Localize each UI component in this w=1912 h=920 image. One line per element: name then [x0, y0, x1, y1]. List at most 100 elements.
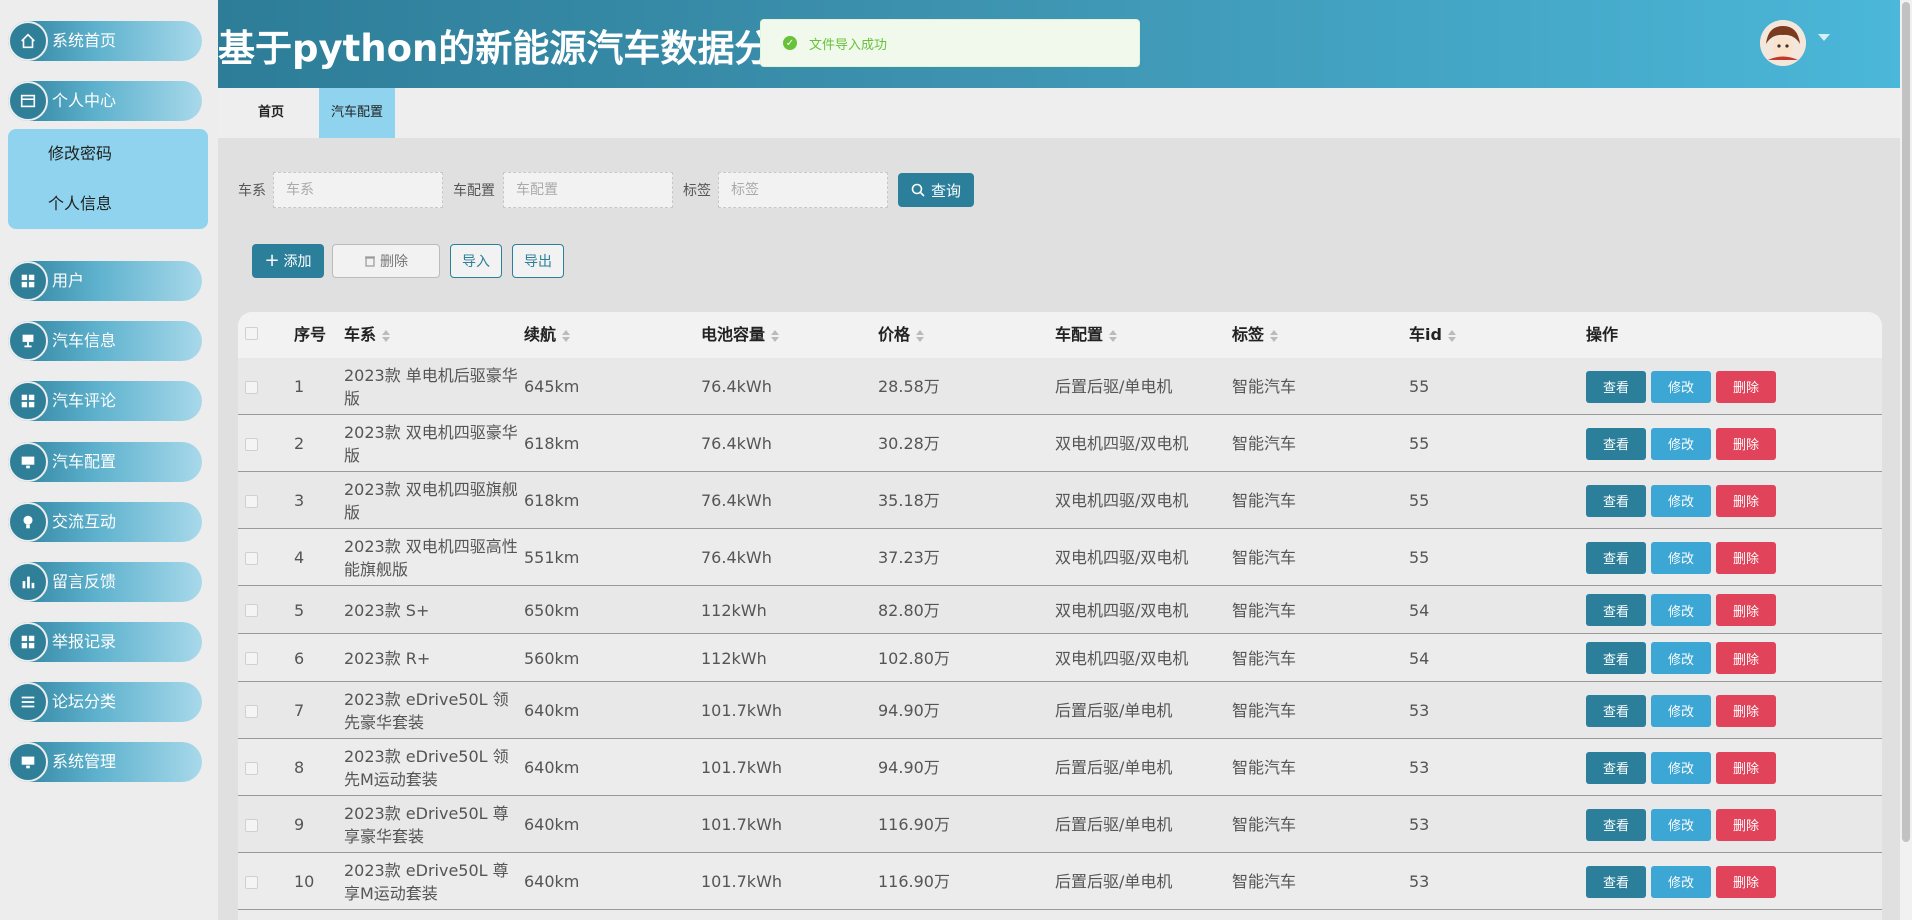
- edit-button[interactable]: 修改: [1651, 427, 1711, 460]
- row-checkbox[interactable]: [245, 437, 258, 451]
- sidebar-item-system-management[interactable]: 系统管理: [8, 742, 202, 782]
- view-button[interactable]: 查看: [1586, 642, 1646, 674]
- edit-button[interactable]: 修改: [1651, 594, 1711, 626]
- batch-delete-button[interactable]: 删除: [332, 244, 440, 278]
- car-config-table: 序号 车系 续航 电池容量 价格 车配置 标签 车id 操作 1 2023款 单电…: [238, 312, 1882, 920]
- row-checkbox[interactable]: [245, 704, 258, 718]
- row-checkbox[interactable]: [245, 875, 258, 889]
- sort-icon: [771, 329, 780, 342]
- tab-home[interactable]: 首页: [246, 88, 296, 138]
- cell-series: 2023款 双电机四驱旗舰版: [344, 479, 518, 522]
- tag-filter-input[interactable]: 标签: [718, 172, 888, 208]
- column-header-config[interactable]: 车配置: [1055, 312, 1118, 358]
- cell-range: 640km: [524, 758, 580, 777]
- row-checkbox[interactable]: [245, 380, 258, 394]
- view-button[interactable]: 查看: [1586, 751, 1646, 784]
- view-button[interactable]: 查看: [1586, 694, 1646, 727]
- cell-battery: 76.4kWh: [701, 491, 772, 510]
- delete-button[interactable]: 删除: [1716, 751, 1776, 784]
- success-toast: ✓ 文件导入成功: [760, 19, 1140, 67]
- view-button[interactable]: 查看: [1586, 370, 1646, 403]
- trash-icon: [365, 256, 375, 267]
- delete-button[interactable]: 删除: [1716, 370, 1776, 403]
- row-checkbox[interactable]: [245, 761, 258, 775]
- sidebar-item-users[interactable]: 用户: [8, 261, 202, 301]
- column-header-battery[interactable]: 电池容量: [701, 312, 780, 358]
- cell-tag: 智能汽车: [1232, 701, 1297, 720]
- cell-no: 3: [294, 491, 305, 510]
- series-filter-input[interactable]: 车系: [273, 172, 443, 208]
- edit-button[interactable]: 修改: [1651, 808, 1711, 841]
- cell-price: 30.28万: [878, 434, 940, 453]
- delete-button[interactable]: 删除: [1716, 541, 1776, 574]
- cell-tag: 智能汽车: [1232, 434, 1297, 453]
- sidebar-item-label: 用户: [52, 271, 85, 290]
- sidebar-item-car-config[interactable]: 汽车配置: [8, 442, 202, 482]
- edit-button[interactable]: 修改: [1651, 541, 1711, 574]
- delete-button[interactable]: 删除: [1716, 865, 1776, 898]
- row-checkbox[interactable]: [245, 494, 258, 508]
- select-all-checkbox[interactable]: [245, 327, 258, 340]
- delete-button[interactable]: 删除: [1716, 484, 1776, 517]
- check-circle-icon: ✓: [783, 36, 797, 50]
- view-button[interactable]: 查看: [1586, 808, 1646, 841]
- view-button[interactable]: 查看: [1586, 484, 1646, 517]
- column-header-car-id[interactable]: 车id: [1409, 312, 1456, 358]
- query-button[interactable]: 查询: [898, 173, 974, 207]
- row-checkbox[interactable]: [245, 652, 258, 665]
- sidebar-item-car-reviews[interactable]: 汽车评论: [8, 381, 202, 421]
- cell-config: 双电机四驱/双电机: [1055, 600, 1189, 620]
- row-checkbox[interactable]: [245, 818, 258, 832]
- delete-button[interactable]: 删除: [1716, 427, 1776, 460]
- delete-button[interactable]: 删除: [1716, 694, 1776, 727]
- column-header-price[interactable]: 价格: [878, 312, 925, 358]
- table-row: 8 2023款 eDrive50L 领先M运动套装 640km 101.7kWh 94.…: [238, 739, 1882, 796]
- submenu-item-change-password[interactable]: 修改密码: [48, 144, 112, 164]
- cell-config: 后置后驱/单电机: [1055, 815, 1173, 834]
- column-header-range[interactable]: 续航: [524, 312, 571, 358]
- delete-button[interactable]: 删除: [1716, 642, 1776, 674]
- chevron-down-icon[interactable]: [1818, 34, 1830, 41]
- monitor-icon: [8, 742, 48, 782]
- edit-button[interactable]: 修改: [1651, 751, 1711, 784]
- cup-icon: [8, 321, 48, 361]
- page-scrollbar[interactable]: [1900, 0, 1912, 920]
- sidebar-item-home[interactable]: 系统首页: [8, 21, 202, 61]
- edit-button[interactable]: 修改: [1651, 642, 1711, 674]
- view-button[interactable]: 查看: [1586, 427, 1646, 460]
- edit-button[interactable]: 修改: [1651, 484, 1711, 517]
- edit-button[interactable]: 修改: [1651, 694, 1711, 727]
- column-header-no: 序号: [294, 325, 327, 344]
- export-button[interactable]: 导出: [512, 244, 564, 278]
- submenu-item-profile[interactable]: 个人信息: [48, 194, 112, 214]
- edit-button[interactable]: 修改: [1651, 370, 1711, 403]
- sidebar-item-reports[interactable]: 举报记录: [8, 622, 202, 662]
- scrollbar-thumb[interactable]: [1902, 2, 1910, 842]
- view-button[interactable]: 查看: [1586, 594, 1646, 626]
- row-checkbox[interactable]: [245, 551, 258, 565]
- sort-icon: [1270, 329, 1279, 342]
- tab-car-config[interactable]: 汽车配置: [319, 88, 396, 138]
- row-checkbox[interactable]: [245, 604, 258, 617]
- column-header-tag[interactable]: 标签: [1232, 312, 1279, 358]
- cell-series: 2023款 双电机四驱高性能旗舰版: [344, 536, 518, 579]
- view-button[interactable]: 查看: [1586, 865, 1646, 898]
- cell-battery: 101.7kWh: [701, 872, 783, 891]
- delete-button[interactable]: 删除: [1716, 594, 1776, 626]
- sidebar-item-personal-center[interactable]: 个人中心: [8, 81, 202, 121]
- sidebar-item-car-info[interactable]: 汽车信息: [8, 321, 202, 361]
- sidebar-item-feedback[interactable]: 留言反馈: [8, 562, 202, 602]
- config-filter-input[interactable]: 车配置: [503, 172, 673, 208]
- cell-tag: 智能汽车: [1232, 815, 1297, 834]
- sidebar-item-label: 交流互动: [52, 512, 117, 531]
- edit-button[interactable]: 修改: [1651, 865, 1711, 898]
- import-button[interactable]: 导入: [450, 244, 502, 278]
- sidebar-item-interaction[interactable]: 交流互动: [8, 502, 202, 542]
- view-button[interactable]: 查看: [1586, 541, 1646, 574]
- sidebar-item-forum-categories[interactable]: 论坛分类: [8, 682, 202, 722]
- cell-price: 116.90万: [878, 872, 950, 891]
- add-button[interactable]: + 添加: [252, 244, 324, 278]
- delete-button[interactable]: 删除: [1716, 808, 1776, 841]
- avatar[interactable]: [1760, 20, 1806, 66]
- column-header-series[interactable]: 车系: [344, 312, 391, 358]
